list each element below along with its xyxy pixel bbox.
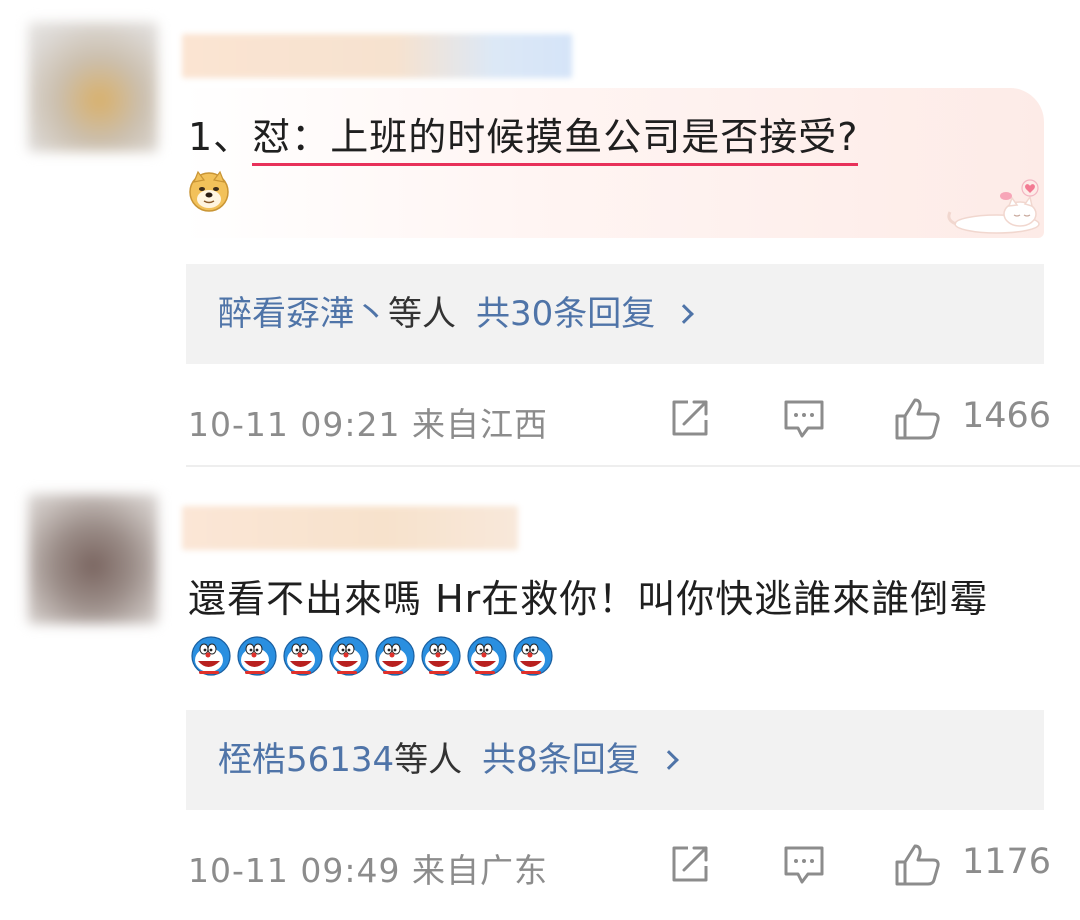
- doraemon-icon: [283, 635, 323, 676]
- reply-etc-label: 等人: [388, 294, 456, 334]
- chevron-right-icon: [658, 750, 679, 770]
- comment-number: 1、: [188, 115, 253, 159]
- share-icon[interactable]: [668, 396, 712, 440]
- comment-text: 1、怼：上班的时候摸鱼公司是否接受?: [188, 110, 859, 166]
- chevron-right-icon: [674, 304, 695, 324]
- like-count: 1176: [962, 842, 1052, 882]
- like-count: 1466: [962, 396, 1052, 436]
- doraemon-icon: [375, 635, 415, 676]
- divider: [186, 465, 1080, 467]
- doraemon-icon: [329, 635, 369, 676]
- thumbs-up-icon[interactable]: [893, 842, 941, 888]
- reply-user-names[interactable]: 醉看孬澕丶: [218, 294, 388, 334]
- doraemon-icon: [513, 635, 553, 676]
- reply-etc-label: 等人: [394, 740, 463, 780]
- location: 来自江西: [411, 405, 548, 444]
- username-blurred[interactable]: [182, 506, 518, 550]
- timestamp: 10-11 09:49: [188, 851, 401, 890]
- avatar[interactable]: [28, 494, 158, 624]
- reply-count-link[interactable]: 共8条回复: [482, 740, 640, 780]
- doge-icon: [189, 170, 229, 212]
- comment-highlighted-text: 怼：上班的时候摸鱼公司是否接受?: [252, 115, 859, 166]
- doraemon-icon: [467, 635, 507, 676]
- sleeping-cat-icon: [947, 179, 1040, 234]
- reply-user-names[interactable]: 桎梏56134: [218, 740, 394, 780]
- doraemon-icon: [421, 635, 461, 676]
- share-icon[interactable]: [668, 842, 712, 886]
- username-blurred[interactable]: [182, 34, 572, 78]
- comment-meta: 10-11 09:49 来自广东: [188, 844, 548, 892]
- thumbs-up-icon[interactable]: [893, 396, 941, 442]
- doraemon-icon: [237, 635, 277, 676]
- doraemon-emoji-row: [190, 635, 558, 677]
- comment-body: 還看不出來嗎 Hr在救你！叫你快逃誰來誰倒霉: [188, 577, 989, 621]
- doraemon-icon: [191, 635, 231, 676]
- location: 来自广东: [411, 851, 548, 890]
- comment-text: 還看不出來嗎 Hr在救你！叫你快逃誰來誰倒霉: [188, 572, 1028, 680]
- timestamp: 10-11 09:21: [188, 405, 401, 444]
- replies-summary[interactable]: 醉看孬澕丶等人 共30条回复: [186, 264, 1044, 364]
- comment-meta: 10-11 09:21 来自江西: [188, 398, 548, 446]
- replies-summary[interactable]: 桎梏56134等人 共8条回复: [186, 710, 1044, 810]
- comment-icon[interactable]: [782, 842, 826, 886]
- comment-icon[interactable]: [782, 396, 826, 440]
- avatar[interactable]: [28, 22, 158, 152]
- reply-count-link[interactable]: 共30条回复: [476, 294, 655, 334]
